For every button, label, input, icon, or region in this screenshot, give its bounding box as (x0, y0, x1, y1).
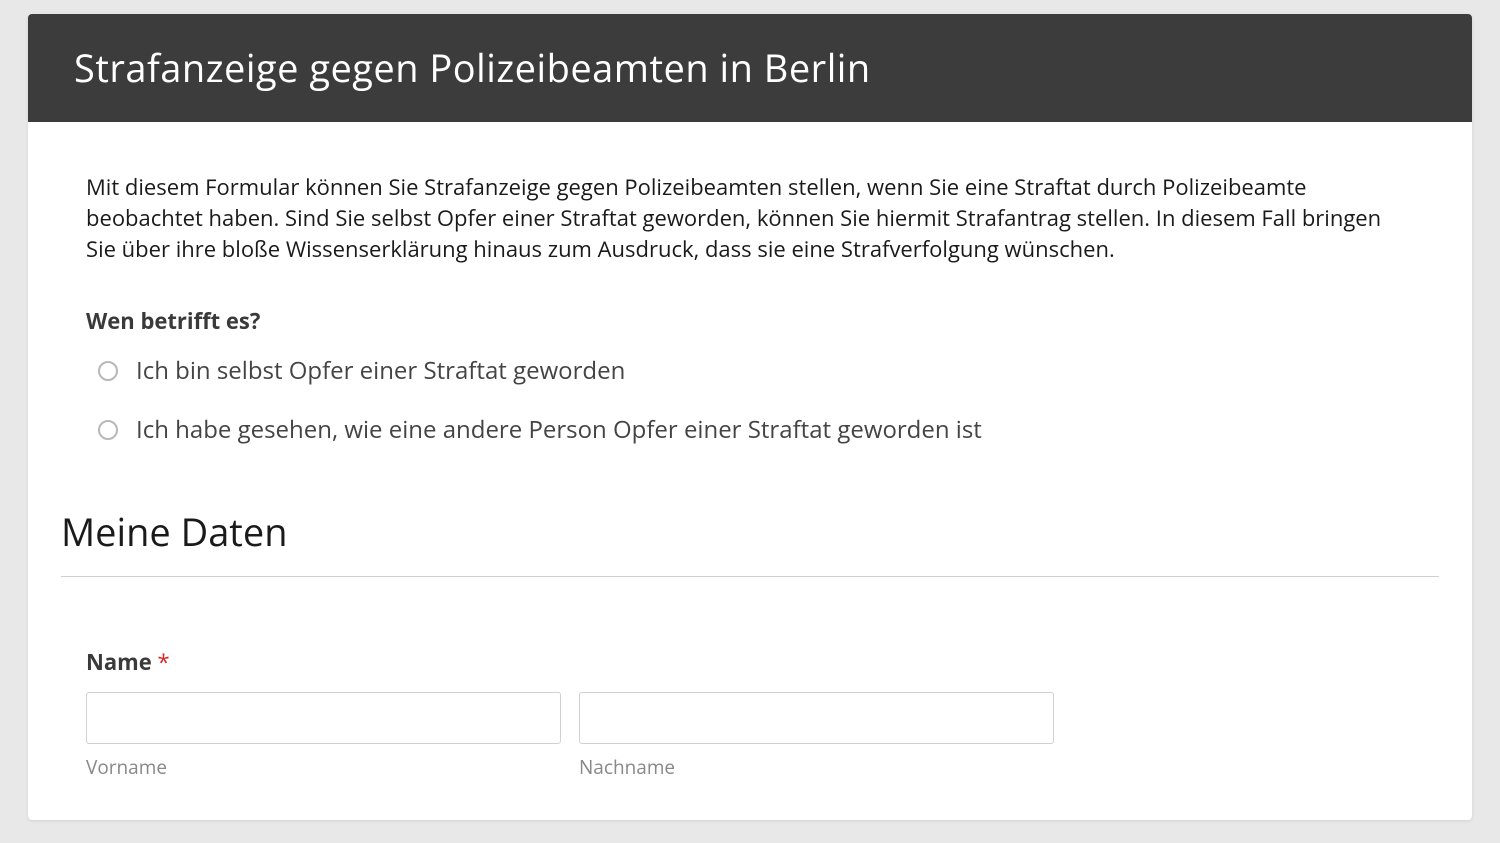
radio-option-victim[interactable]: Ich bin selbst Opfer einer Straftat gewo… (98, 354, 1414, 387)
first-name-wrapper: Vorname (86, 692, 561, 780)
first-name-sublabel: Vorname (86, 754, 561, 780)
form-header: Strafanzeige gegen Polizeibeamten in Ber… (28, 14, 1472, 122)
radio-circle-icon[interactable] (98, 361, 118, 381)
radio-label-victim: Ich bin selbst Opfer einer Straftat gewo… (136, 354, 625, 387)
last-name-wrapper: Nachname (579, 692, 1054, 780)
required-indicator: * (158, 647, 170, 677)
radio-option-witness[interactable]: Ich habe gesehen, wie eine andere Person… (98, 413, 1414, 446)
form-title: Strafanzeige gegen Polizeibeamten in Ber… (74, 42, 1426, 94)
first-name-input[interactable] (86, 692, 561, 744)
section-heading-my-data: Meine Daten (61, 506, 1414, 558)
form-container: Strafanzeige gegen Polizeibeamten in Ber… (28, 14, 1472, 820)
last-name-sublabel: Nachname (579, 754, 1054, 780)
last-name-input[interactable] (579, 692, 1054, 744)
section-divider (61, 576, 1439, 577)
name-label-text: Name (86, 647, 152, 677)
name-field-label: Name * (86, 647, 1414, 677)
radio-group-who: Ich bin selbst Opfer einer Straftat gewo… (86, 354, 1414, 446)
radio-label-witness: Ich habe gesehen, wie eine andere Person… (136, 413, 982, 446)
radio-circle-icon[interactable] (98, 420, 118, 440)
name-fields-row: Vorname Nachname (86, 692, 1414, 780)
question-who-label: Wen betrifft es? (86, 306, 1414, 336)
intro-text: Mit diesem Formular können Sie Strafanze… (86, 172, 1414, 264)
form-body: Mit diesem Formular können Sie Strafanze… (28, 122, 1472, 820)
